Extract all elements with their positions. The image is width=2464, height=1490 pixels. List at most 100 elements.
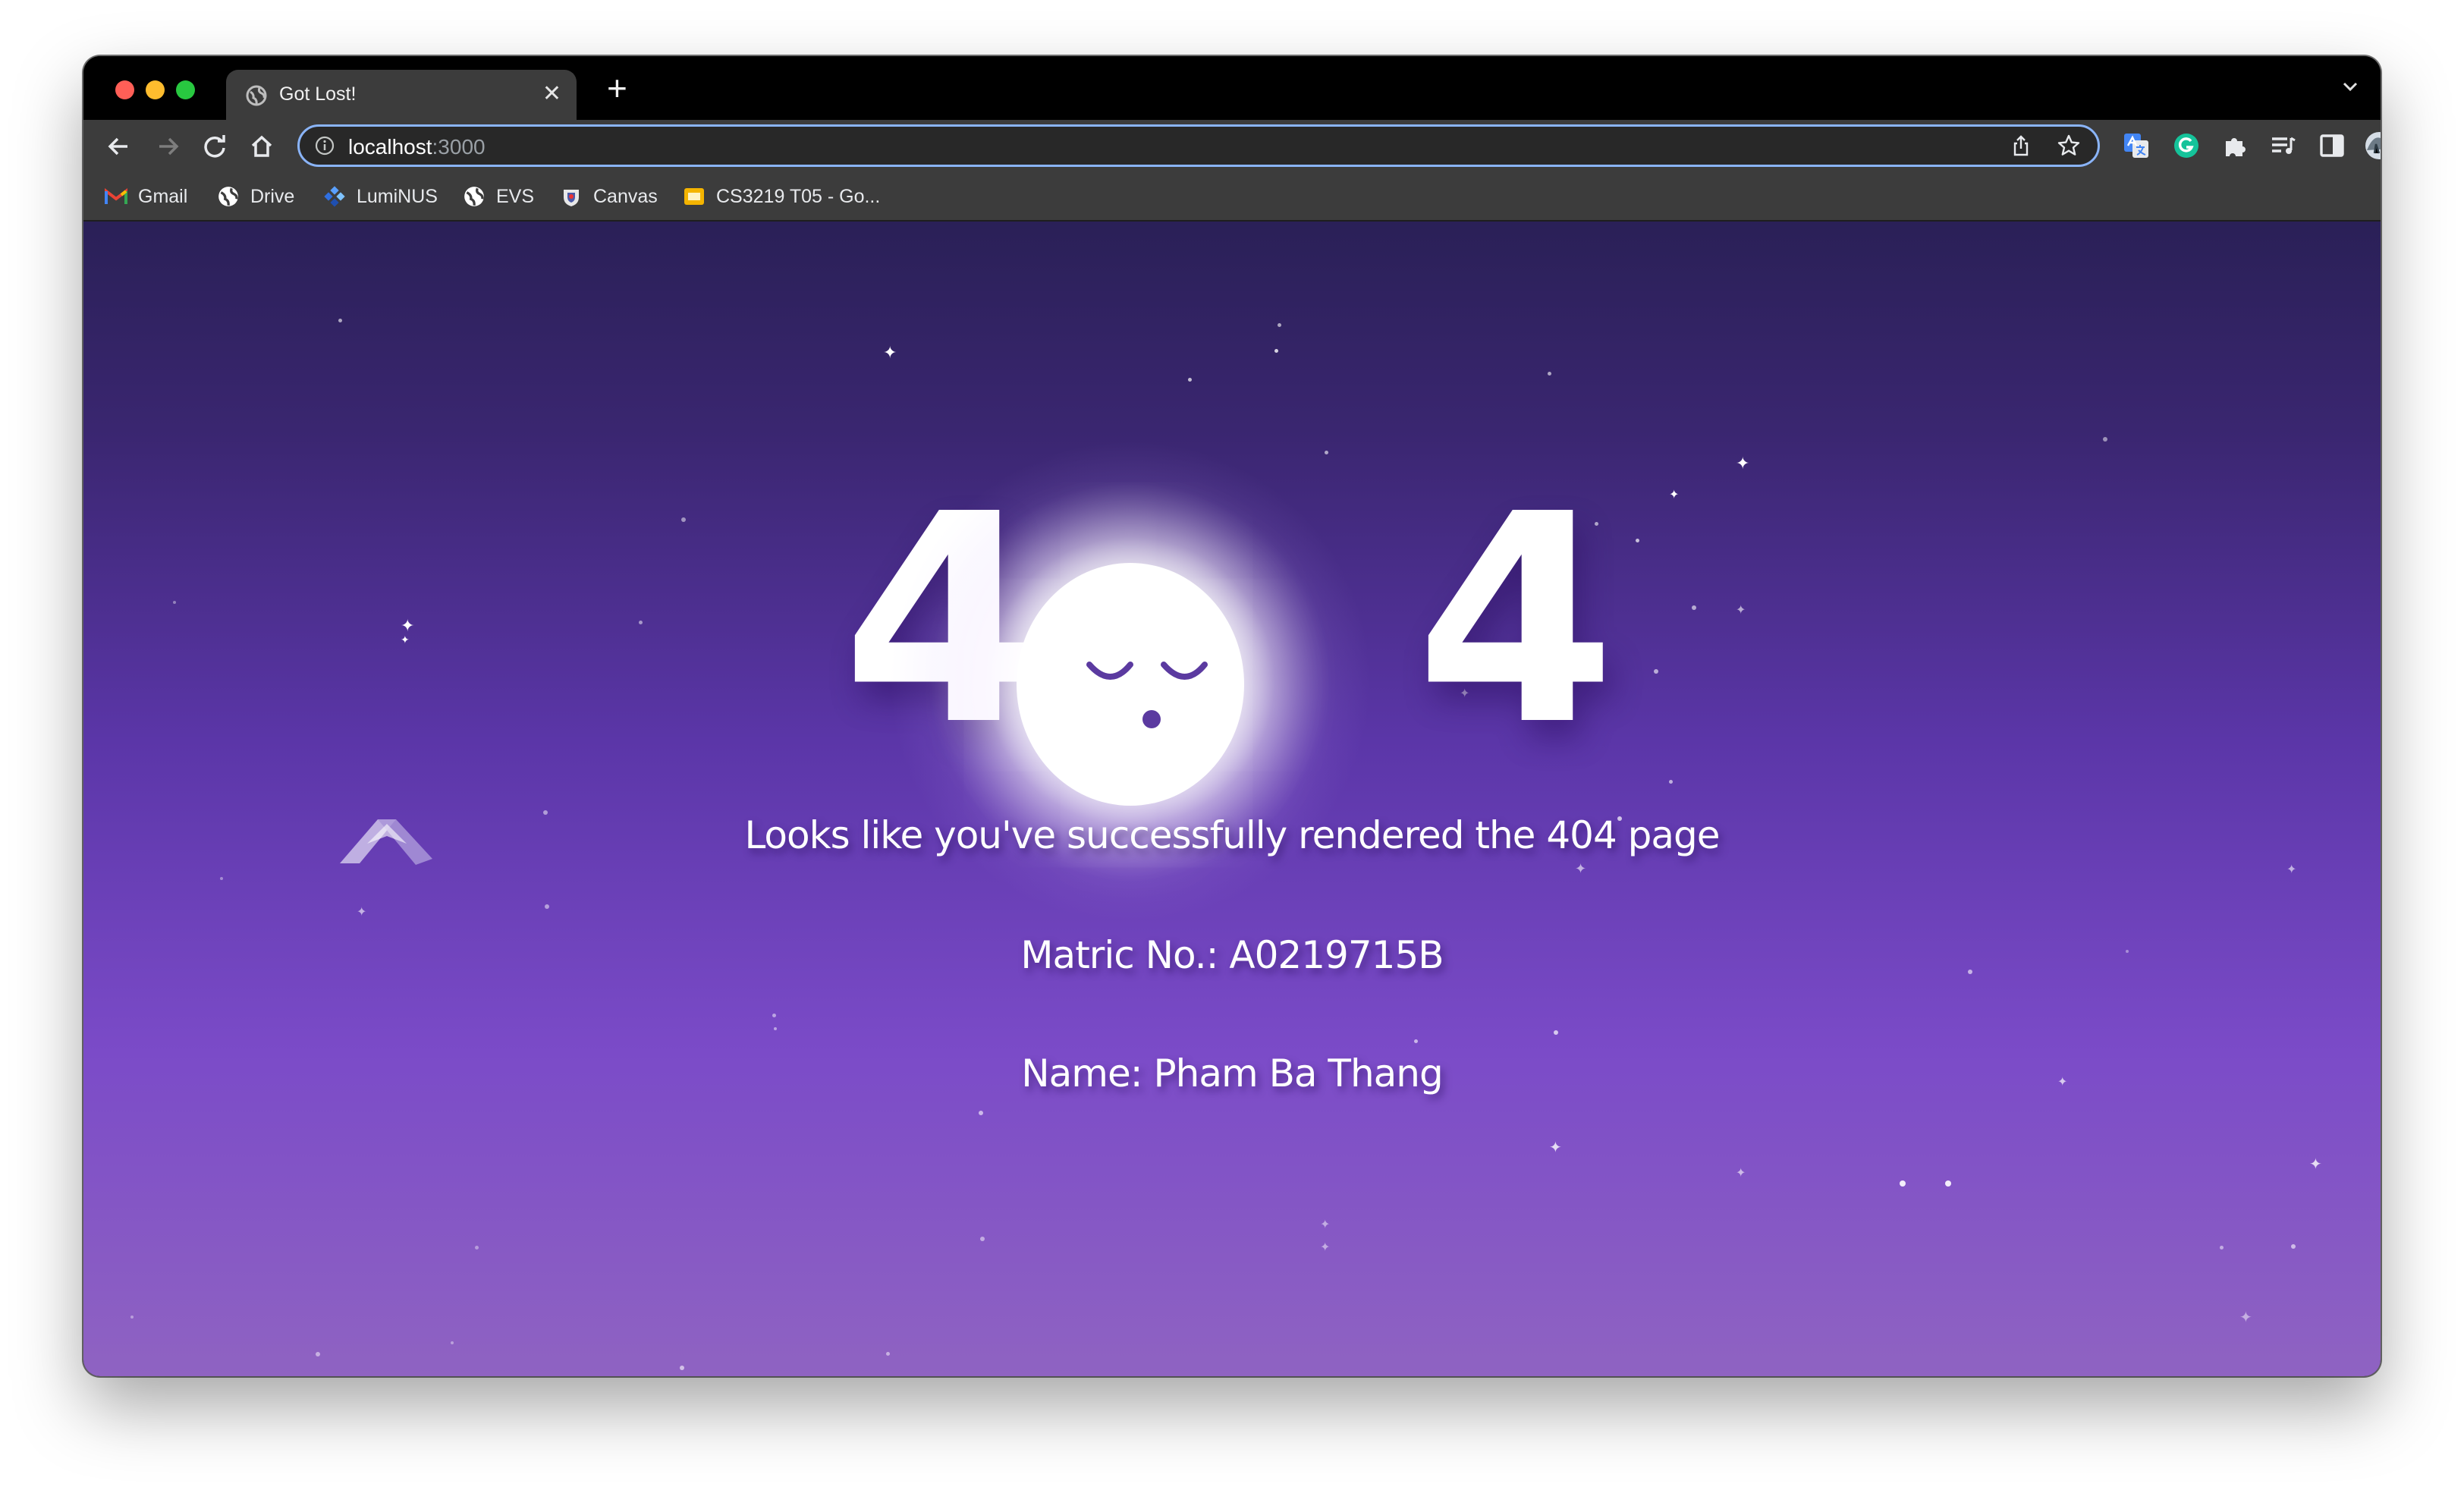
star [545, 904, 549, 909]
sparkle-star: ✦ [1736, 604, 1746, 617]
sparkle-star: ✦ [2309, 1156, 2322, 1173]
star [886, 1352, 890, 1356]
star [475, 1246, 479, 1250]
tab-active[interactable]: Got Lost! ✕ [226, 70, 577, 120]
bookmark-label: Gmail [138, 185, 188, 207]
slides-icon [684, 188, 704, 205]
browser-toolbar: localhost:3000 [83, 120, 2381, 173]
sparkle-star: ✦ [883, 343, 897, 362]
star [1548, 372, 1551, 376]
sparkle-star: ✦ [2286, 863, 2297, 876]
luminus-icon [324, 186, 345, 207]
google-translate-icon[interactable] [2121, 130, 2151, 161]
extensions-puzzle-icon[interactable] [2220, 130, 2250, 161]
sparkle-star: ✦ [1736, 1167, 1746, 1180]
browser-window: Got Lost! ✕ + localhost:3000 Gmail Drive… [83, 56, 2381, 1376]
star [130, 1316, 134, 1319]
star [979, 1111, 983, 1115]
forward-arrow-icon[interactable] [152, 130, 184, 162]
maximize-window-button[interactable] [176, 80, 195, 99]
bookmark-drive[interactable]: Drive [217, 184, 294, 209]
bookmarks-bar: Gmail Drive LumiNUS EVS Canvas CS3219 T0… [83, 173, 2381, 222]
tab-title: Got Lost! [279, 83, 357, 105]
share-icon[interactable] [2010, 134, 2032, 157]
sparkle-star: ✦ [1736, 454, 1750, 473]
grammarly-icon[interactable] [2171, 130, 2202, 161]
star [1188, 378, 1192, 382]
url-host: localhost [348, 135, 432, 159]
sparkle-star: ✦ [401, 633, 410, 646]
sparkle-star: ✦ [1320, 1218, 1331, 1231]
sparkle-star: ✦ [2239, 1309, 2252, 1326]
chevron-down-icon[interactable] [2340, 76, 2361, 97]
sparkle-star: ✦ [1575, 861, 1587, 876]
new-tab-button[interactable]: + [607, 68, 627, 108]
star [1554, 1030, 1558, 1035]
star [451, 1341, 454, 1344]
star [173, 601, 176, 604]
star [2291, 1244, 2296, 1249]
digit-four-right: 4 [1415, 452, 1617, 788]
bookmark-label: EVS [496, 185, 535, 207]
sparkle-star: ✦ [1320, 1241, 1331, 1254]
bookmark-label: Canvas [593, 185, 658, 207]
star [1274, 349, 1278, 353]
address-bar[interactable]: localhost:3000 [297, 124, 2100, 167]
canvas-icon [564, 190, 579, 206]
bookmark-label: LumiNUS [357, 185, 438, 207]
bookmark-canvas[interactable]: Canvas [560, 184, 658, 209]
sleeping-face-icon [1086, 662, 1208, 728]
bookmark-gmail[interactable]: Gmail [105, 184, 187, 209]
reading-list-icon[interactable] [2268, 130, 2299, 161]
star [338, 319, 342, 322]
star [774, 1027, 777, 1030]
tab-close-button[interactable]: ✕ [542, 80, 561, 108]
globe-icon [246, 85, 267, 106]
star [1692, 605, 1696, 610]
star [1325, 451, 1328, 454]
star [681, 517, 686, 522]
bookmark-label: Drive [250, 185, 295, 207]
reload-icon[interactable] [199, 130, 231, 162]
bookmark-star-icon[interactable] [2057, 134, 2081, 158]
star [980, 1237, 985, 1241]
star [1278, 323, 1281, 327]
sparkle-star: ✦ [357, 906, 367, 919]
moon-face-icon [1017, 563, 1244, 806]
profile-avatar[interactable] [2364, 130, 2381, 161]
bookmark-luminus[interactable]: LumiNUS [323, 184, 438, 209]
sparkle-star: ✦ [1669, 489, 1680, 501]
star [680, 1366, 684, 1370]
star [1945, 1180, 1951, 1187]
star [2103, 437, 2107, 442]
page-404: ✦ ✦ ✦ ✦ ✦ ✦ ✦ ✦ ✦ ✦ ✦ ✦ ✦ ✦ ✦ ✦ ✦ 4 Look… [83, 222, 2381, 1376]
star [1654, 669, 1658, 674]
tab-bar: Got Lost! ✕ + [83, 56, 2381, 120]
back-arrow-icon[interactable] [103, 130, 135, 162]
bookmark-cs3219[interactable]: CS3219 T05 - Go... [683, 184, 880, 209]
error-message: Looks like you've successfully rendered … [744, 813, 1720, 857]
student-name: Name: Pham Ba Thang [1021, 1051, 1443, 1095]
home-icon[interactable] [246, 130, 278, 162]
globe-icon [464, 187, 484, 206]
sparkle-star: ✦ [1549, 1140, 1562, 1156]
globe-icon [218, 187, 238, 206]
url-text[interactable]: localhost:3000 [348, 135, 486, 159]
star [1414, 1039, 1418, 1043]
bookmark-label: CS3219 T05 - Go... [716, 185, 881, 207]
side-panel-icon[interactable] [2317, 130, 2347, 161]
star [772, 1014, 776, 1017]
matric-number: Matric No.: A0219715B [1020, 933, 1444, 977]
star [1900, 1180, 1906, 1187]
star [2220, 1246, 2224, 1250]
star [1669, 780, 1673, 784]
info-icon[interactable] [315, 136, 335, 156]
bookmark-evs[interactable]: EVS [463, 184, 534, 209]
close-window-button[interactable] [115, 80, 134, 99]
star [220, 877, 223, 880]
star [1636, 539, 1639, 542]
star [639, 621, 643, 624]
url-port: :3000 [432, 135, 486, 159]
star [316, 1352, 320, 1356]
minimize-window-button[interactable] [146, 80, 165, 99]
